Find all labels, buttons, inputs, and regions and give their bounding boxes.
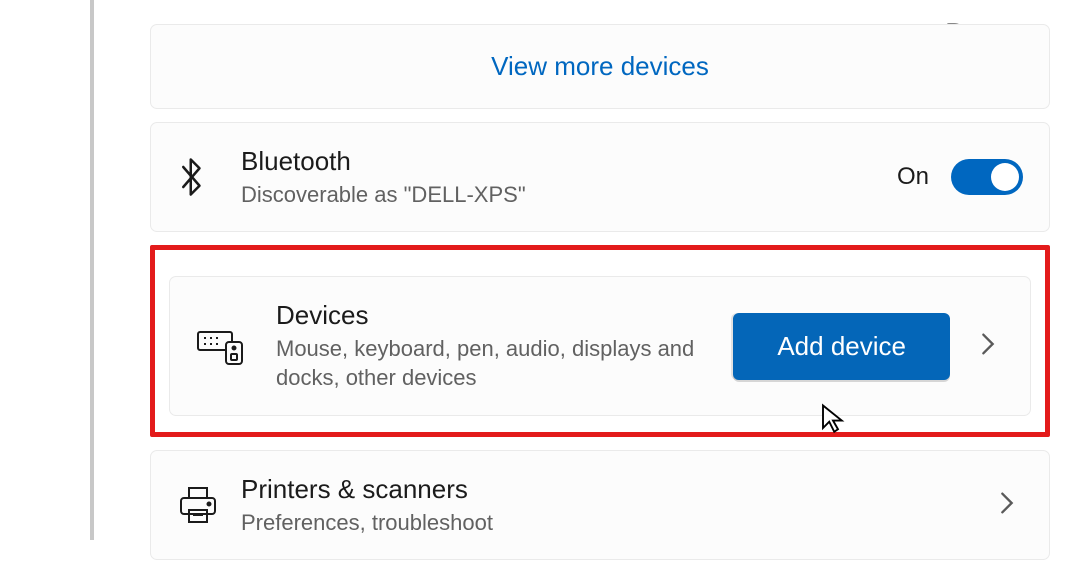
bluetooth-icon	[177, 155, 241, 199]
bluetooth-state-label: On	[897, 163, 929, 191]
bluetooth-title: Bluetooth	[241, 145, 897, 178]
view-more-devices-button[interactable]: View more devices	[150, 24, 1050, 109]
bluetooth-subtitle: Discoverable as "DELL-XPS"	[241, 180, 741, 210]
add-device-button[interactable]: Add device	[733, 313, 950, 380]
devices-title: Devices	[276, 299, 733, 332]
devices-row[interactable]: Devices Mouse, keyboard, pen, audio, dis…	[169, 276, 1031, 416]
chevron-right-icon	[972, 332, 1004, 361]
highlight-annotation: Devices Mouse, keyboard, pen, audio, dis…	[150, 245, 1050, 437]
scroll-indicator	[90, 0, 94, 540]
bluetooth-toggle[interactable]	[951, 159, 1023, 195]
settings-panel: View more devices Bluetooth Discoverable…	[150, 24, 1050, 573]
view-more-label: View more devices	[491, 51, 709, 82]
chevron-right-icon	[991, 491, 1023, 520]
bluetooth-row[interactable]: Bluetooth Discoverable as "DELL-XPS" On	[150, 122, 1050, 232]
toggle-knob	[991, 163, 1019, 191]
printers-title: Printers & scanners	[241, 473, 991, 506]
devices-icon	[196, 326, 276, 366]
printer-icon	[177, 484, 241, 526]
devices-subtitle: Mouse, keyboard, pen, audio, displays an…	[276, 334, 733, 393]
printers-row[interactable]: Printers & scanners Preferences, trouble…	[150, 450, 1050, 560]
printers-subtitle: Preferences, troubleshoot	[241, 508, 741, 538]
